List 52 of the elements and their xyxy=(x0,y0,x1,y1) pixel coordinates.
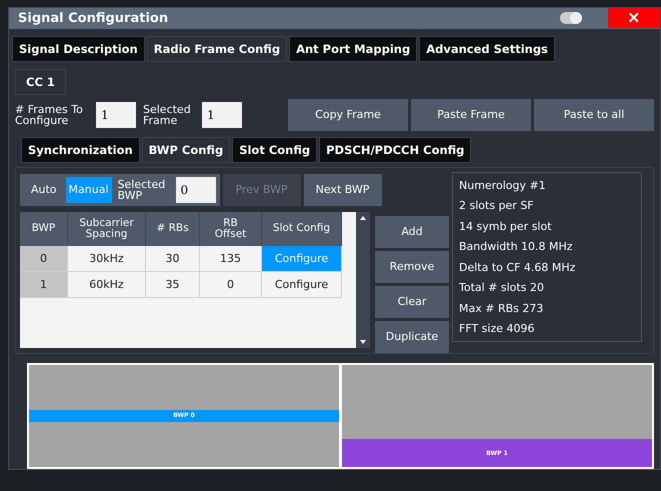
scroll-up-icon[interactable] xyxy=(360,216,366,220)
carrier-tab[interactable]: CC 1 xyxy=(15,68,66,95)
table-cell: 30kHz xyxy=(68,246,146,272)
close-button[interactable]: ✕ xyxy=(608,8,660,28)
scrollbar[interactable] xyxy=(356,212,370,348)
table-cell: 1 xyxy=(20,272,68,298)
tab[interactable]: Ant Port Mapping xyxy=(289,36,418,62)
info-text: Delta to CF 4.68 MHz xyxy=(459,260,576,274)
mode-option[interactable]: Auto xyxy=(28,176,60,203)
sub-tab[interactable]: Slot Config xyxy=(232,136,318,163)
scroll-down-icon[interactable] xyxy=(360,340,366,344)
toggle-switch[interactable] xyxy=(560,12,582,24)
column-header: BWP xyxy=(20,212,68,246)
frame-button[interactable]: Paste Frame xyxy=(411,98,531,131)
next-bwp-button[interactable]: Next BWP xyxy=(304,174,382,206)
action-button[interactable]: Add xyxy=(375,216,449,248)
frames-input[interactable]: 1 xyxy=(96,102,136,128)
info-text: Bandwidth 10.8 MHz xyxy=(459,240,574,254)
action-button[interactable]: Duplicate xyxy=(375,320,449,353)
column-header: RB Offset xyxy=(200,212,262,246)
table-cell: 30 xyxy=(146,246,200,272)
table-cell: 0 xyxy=(200,272,262,298)
sub-tab[interactable]: PDSCH/PDCCH Config xyxy=(319,136,472,163)
info-text: Numerology #1 xyxy=(459,178,547,192)
table-cell: 0 xyxy=(20,246,68,272)
info-text: FFT size 4096 xyxy=(459,322,536,336)
column-header: Slot Config xyxy=(262,212,342,246)
column-header: # RBs xyxy=(146,212,200,246)
table-cell[interactable]: Configure xyxy=(262,272,342,298)
tab[interactable]: Radio Frame Config xyxy=(146,36,288,62)
frame-button[interactable]: Paste to all xyxy=(534,98,654,131)
info-text: Max # RBs 273 xyxy=(459,302,544,315)
tab[interactable]: Advanced Settings xyxy=(419,36,555,62)
window-title: Signal Configuration xyxy=(18,10,170,26)
column-header: Subcarrier Spacing xyxy=(68,212,146,246)
action-button[interactable]: Remove xyxy=(375,250,449,283)
sub-tab[interactable]: BWP Config xyxy=(142,136,230,163)
selected-frame-input[interactable]: 1 xyxy=(202,102,242,128)
table-cell: 60kHz xyxy=(68,272,146,298)
sub-tab[interactable]: Synchronization xyxy=(21,136,140,163)
selected-frame-label: Selected Frame xyxy=(143,104,192,126)
table-cell: 135 xyxy=(200,246,262,272)
action-button[interactable]: Clear xyxy=(375,286,449,318)
frames-label: # Frames To Configure xyxy=(15,104,84,126)
selected-bwp-input[interactable]: 0 xyxy=(176,176,216,203)
info-text: 2 slots per SF xyxy=(459,199,535,212)
selected-bwp-label: Selected BWP xyxy=(118,178,166,201)
table-cell: 35 xyxy=(146,272,200,298)
info-text: Total # slots 20 xyxy=(459,281,545,294)
frame-button[interactable]: Copy Frame xyxy=(288,98,408,131)
info-text: 14 symb per slot xyxy=(459,220,553,233)
tab[interactable]: Signal Description xyxy=(12,36,145,62)
